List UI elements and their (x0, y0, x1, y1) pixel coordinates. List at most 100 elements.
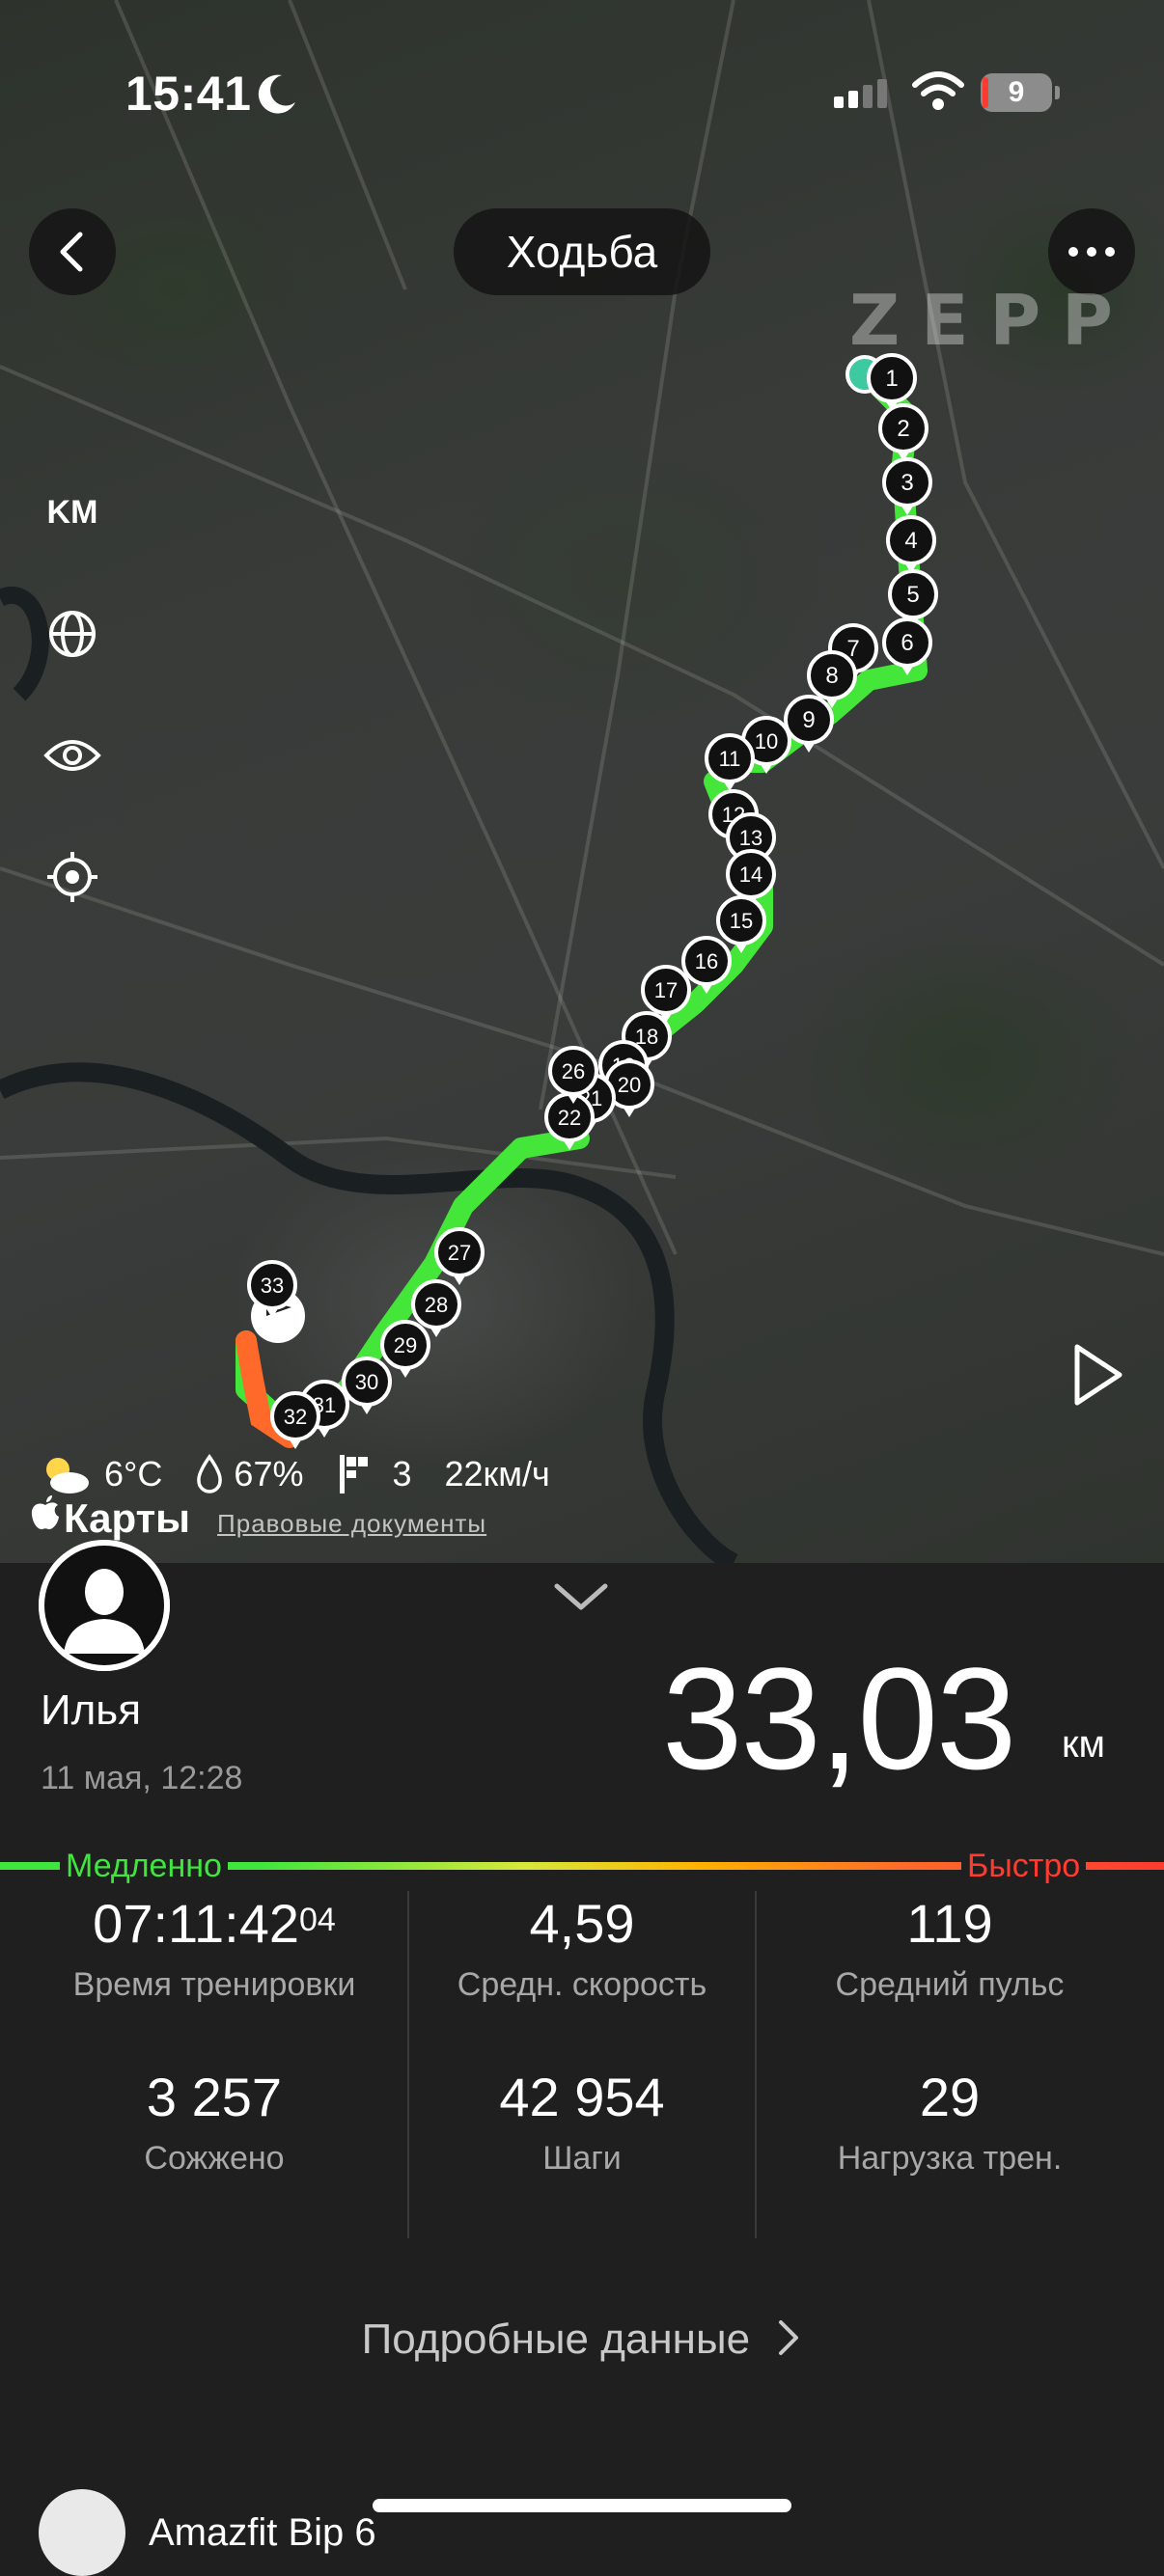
stat-label: Нагрузка трен. (837, 2140, 1063, 2177)
route-km-marker-label: 6 (901, 630, 913, 656)
route-km-marker-label: 27 (448, 1241, 471, 1265)
route-km-marker[interactable]: 30 (342, 1357, 392, 1414)
globe-icon (49, 611, 96, 657)
stat-value: 3 257 (146, 2067, 283, 2127)
device-row[interactable]: Amazfit Bip 6 (39, 2489, 376, 2576)
speed-scale: Медленно Быстро (0, 1847, 1164, 1885)
route-km-marker-label: 17 (654, 978, 678, 1002)
route-km-marker-label: 2 (897, 416, 909, 442)
route-km-marker-label: 9 (802, 707, 815, 733)
route-map[interactable]: 1234567891011121314151617181920212226272… (0, 0, 1164, 1563)
stat-value: 29 (919, 2067, 981, 2127)
map-style-button[interactable] (39, 600, 106, 668)
humidity: 67% (234, 1454, 304, 1494)
stat-label: Средний пульс (835, 1966, 1065, 2003)
route-km-marker-label: 1 (885, 366, 898, 392)
user-silhouette-icon (39, 1540, 170, 1671)
stat-training-load: 29 Нагрузка трен. (757, 2067, 1143, 2178)
avatar[interactable] (39, 1540, 170, 1671)
stat-calories: 3 257 Сожжено (21, 2067, 407, 2178)
home-indicator[interactable] (373, 2499, 791, 2512)
route-km-marker-label: 22 (558, 1106, 581, 1130)
stat-label: Средн. скорость (457, 1966, 707, 2003)
chevron-down-icon[interactable] (552, 1580, 610, 1613)
legal-documents-link[interactable]: Правовые документы (217, 1509, 486, 1539)
route-km-marker-label: 5 (906, 582, 919, 608)
maps-attribution: Карты Правовые документы (29, 1494, 486, 1542)
maps-label: Карты (64, 1495, 191, 1541)
wind-level: 3 (392, 1454, 412, 1494)
more-dots-icon (1068, 247, 1115, 257)
route-km-marker-label: 14 (739, 863, 762, 887)
route-km-marker-label: 33 (261, 1274, 284, 1298)
watch-icon (39, 2489, 125, 2576)
user-name: Илья (41, 1686, 142, 1734)
stat-value: 42 954 (499, 2067, 665, 2127)
moon-icon (258, 74, 295, 114)
stat-label: Время тренировки (72, 1966, 356, 2003)
stat-average-speed: 4,59 Средн. скорость (389, 1893, 775, 2004)
route-km-marker-label: 15 (730, 909, 753, 933)
recenter-button[interactable] (39, 843, 106, 911)
stat-workout-time: 07:11:4204 Время тренировки (21, 1893, 407, 2004)
apple-logo-icon (31, 1495, 59, 1530)
route-km-marker[interactable]: 27 (434, 1227, 485, 1285)
route-km-marker-label: 16 (695, 949, 718, 973)
route-km-marker-label: 30 (355, 1370, 378, 1394)
locate-icon (47, 852, 97, 902)
stats-divider (407, 1891, 409, 2238)
partly-cloudy-icon (46, 1458, 89, 1494)
stat-label: Сожжено (144, 2140, 285, 2177)
route-km-marker-label: 3 (901, 470, 913, 496)
eye-icon (43, 740, 101, 771)
route-km-marker-label: 26 (562, 1059, 585, 1083)
chevron-left-icon (60, 232, 83, 272)
route-km-marker[interactable]: 4 (886, 515, 936, 573)
total-distance: 33,03 (662, 1637, 1016, 1799)
route-km-marker-label: 28 (425, 1293, 448, 1317)
route-km-marker-label: 10 (755, 729, 778, 754)
workout-date: 11 мая, 12:28 (41, 1760, 243, 1796)
detailed-data-link[interactable]: Подробные данные (0, 2316, 1164, 2364)
wifi-icon (912, 71, 964, 110)
route-km-marker-label: 13 (739, 826, 762, 850)
speed-slow-label: Медленно (60, 1847, 228, 1885)
device-name: Amazfit Bip 6 (149, 2510, 376, 2554)
stat-value: 4,59 (529, 1893, 635, 1954)
stat-value: 07:11:4204 (93, 1893, 336, 1954)
chevron-right-icon (779, 2320, 799, 2355)
workout-summary-panel: Илья 11 мая, 12:28 33,03 км Медленно Быс… (0, 1540, 1164, 2576)
route-km-marker[interactable]: 2 (878, 403, 928, 461)
battery-indicator: 9 (981, 73, 1060, 112)
status-time: 15:41 (125, 67, 252, 121)
cellular-signal-icon (834, 79, 887, 108)
route-km-marker-label: 29 (394, 1333, 417, 1357)
route-km-marker[interactable]: 3 (882, 457, 932, 515)
route-km-marker-label: 32 (284, 1405, 307, 1429)
route-km-marker-label: 8 (825, 663, 838, 689)
stat-steps: 42 954 Шаги (389, 2067, 775, 2178)
stat-value: 119 (906, 1893, 993, 1954)
route-km-marker-label: 11 (719, 747, 741, 771)
visibility-button[interactable] (39, 722, 106, 789)
back-button[interactable] (29, 208, 116, 295)
route-km-marker-label: 20 (618, 1073, 641, 1097)
detailed-data-label: Подробные данные (361, 2316, 751, 2363)
zepp-logo: ZEPP (849, 280, 1134, 361)
stats-divider (755, 1891, 757, 2238)
unit-toggle-button[interactable]: KM (39, 479, 106, 546)
unit-toggle-label: KM (46, 493, 98, 531)
temperature: 6°C (104, 1454, 163, 1494)
workout-type-title: Ходьба (454, 208, 710, 295)
stat-value-hundredths: 04 (299, 1902, 336, 1938)
route-km-marker-label: 4 (904, 528, 917, 554)
wind-flag-icon (340, 1455, 369, 1494)
stat-average-heart-rate: 119 Средний пульс (757, 1893, 1143, 2004)
humidity-drop-icon (197, 1454, 223, 1494)
wind-speed: 22км/ч (444, 1454, 550, 1494)
route-km-marker[interactable]: 29 (380, 1320, 430, 1378)
speed-fast-label: Быстро (961, 1847, 1087, 1885)
stat-label: Шаги (542, 2140, 622, 2177)
distance-unit: км (1062, 1723, 1105, 1766)
play-icon[interactable] (1067, 1341, 1125, 1409)
